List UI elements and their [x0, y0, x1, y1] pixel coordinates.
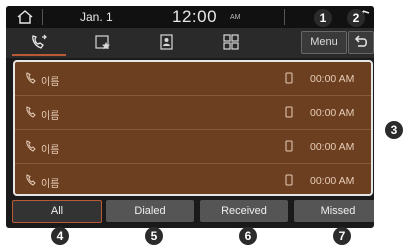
call-time: 00:00 AM [310, 73, 355, 85]
call-time: 00:00 AM [310, 175, 355, 187]
mobile-phone-icon [285, 140, 293, 152]
call-icon [26, 106, 36, 118]
contacts-icon [160, 34, 173, 50]
caller-name: 이름 [41, 77, 60, 88]
dial-pad-icon [223, 34, 239, 50]
call-log-row[interactable]: 이름 00:00 AM [15, 130, 371, 164]
clock-time: 12:00 [172, 7, 218, 26]
mobile-phone-icon [285, 174, 293, 186]
call-filter-bar: All Dialed Received Missed [6, 196, 374, 228]
call-history-icon [32, 34, 47, 49]
phone-tab-bar: Menu [6, 28, 374, 58]
tab-dial-pad[interactable] [204, 30, 258, 54]
tab-contacts[interactable] [140, 30, 194, 54]
caller-name: 이름 [41, 179, 60, 190]
divider [284, 9, 285, 25]
filter-all-button[interactable]: All [12, 200, 102, 223]
back-arrow-icon [354, 35, 367, 47]
callout-5: 5 [145, 227, 163, 245]
call-log-row[interactable]: 이름 00:00 AM [15, 62, 371, 96]
callout-2: 2 [347, 9, 365, 27]
filter-received-button[interactable]: Received [200, 200, 288, 222]
head-unit-screen: Jan. 1 12:00 AM Menu 이름 00:00 AM 이름 00:0… [6, 6, 374, 228]
tab-call-history[interactable] [12, 30, 66, 56]
call-time: 00:00 AM [310, 107, 355, 119]
callout-4: 4 [51, 227, 69, 245]
call-icon [26, 72, 36, 84]
caller-name: 이름 [41, 111, 60, 122]
callout-1: 1 [314, 9, 332, 27]
call-icon [26, 140, 36, 152]
call-log-row[interactable]: 이름 00:00 AM [15, 164, 371, 194]
call-log-row[interactable]: 이름 00:00 AM [15, 96, 371, 130]
caller-name: 이름 [41, 145, 60, 156]
menu-button[interactable]: Menu [301, 31, 347, 54]
date-display: Jan. 1 [80, 10, 113, 24]
back-button[interactable] [348, 31, 374, 54]
clock-ampm: AM [230, 14, 241, 21]
mobile-phone-icon [285, 106, 293, 118]
filter-dialed-button[interactable]: Dialed [106, 200, 194, 222]
mobile-phone-icon [285, 72, 293, 84]
callout-3: 3 [385, 121, 403, 139]
home-icon [17, 10, 33, 24]
home-button[interactable] [16, 9, 34, 25]
divider [42, 9, 43, 25]
callout-7: 7 [333, 227, 351, 245]
callout-6: 6 [239, 227, 257, 245]
favorites-icon [95, 35, 110, 50]
tab-favorites[interactable] [76, 30, 130, 54]
call-time: 00:00 AM [310, 141, 355, 153]
call-log-list[interactable]: 이름 00:00 AM 이름 00:00 AM 이름 00:00 AM 이름 0… [13, 60, 373, 196]
call-icon [26, 174, 36, 186]
filter-missed-button[interactable]: Missed [294, 200, 374, 222]
